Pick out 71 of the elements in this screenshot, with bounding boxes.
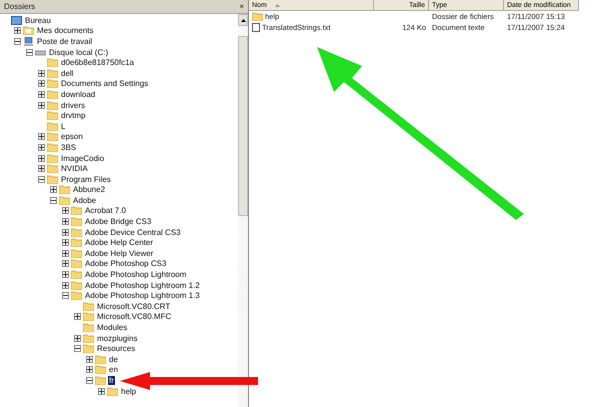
tree-item[interactable]: ImageCodio (60, 154, 106, 163)
expand-icon[interactable] (74, 334, 81, 342)
close-button[interactable]: × (239, 2, 244, 11)
collapse-icon[interactable] (62, 292, 69, 300)
tree-item[interactable]: download (60, 90, 96, 99)
tree-item[interactable]: Microsoft.VC80.CRT (96, 302, 172, 311)
tree-item[interactable]: de (108, 354, 119, 364)
expand-icon[interactable] (62, 282, 69, 289)
sort-icon (274, 4, 280, 6)
collapse-icon[interactable] (38, 176, 45, 183)
expand-icon[interactable] (38, 102, 45, 109)
expand-icon[interactable] (62, 239, 69, 246)
tree-item[interactable]: Poste de travail (36, 36, 94, 46)
tree-item[interactable]: dell (60, 68, 74, 78)
expand-icon[interactable] (38, 90, 45, 98)
expand-icon[interactable] (38, 80, 45, 88)
tree-item[interactable]: Adobe Help Viewer (84, 248, 154, 258)
tree-item[interactable]: Modules (96, 323, 128, 332)
collapse-icon[interactable] (86, 376, 93, 384)
expand-icon[interactable] (62, 271, 69, 278)
tree-item[interactable]: L (60, 122, 66, 131)
expand-icon[interactable] (38, 70, 45, 77)
collapse-icon[interactable] (26, 48, 33, 56)
tree-item[interactable]: mozplugins (96, 334, 138, 343)
expand-icon[interactable] (38, 154, 45, 162)
tree-item[interactable]: Adobe Photoshop Lightroom 1.2 (84, 280, 201, 290)
tree-item[interactable]: Acrobat 7.0 (84, 206, 127, 216)
tree-item[interactable]: Adobe (72, 196, 98, 205)
tree-item[interactable]: en (108, 365, 119, 374)
expand-icon[interactable] (62, 218, 69, 226)
tree-item[interactable]: d0e6b8e818750fc1a (60, 58, 135, 68)
scrollbar[interactable] (238, 14, 248, 407)
tree-item[interactable]: Adobe Photoshop Lightroom 1.3 (84, 291, 201, 300)
tree-item[interactable]: Adobe Device Central CS3 (84, 228, 182, 237)
expand-icon[interactable] (38, 165, 45, 172)
tree-item[interactable]: fr (108, 376, 115, 385)
tree-item[interactable]: Adobe Photoshop Lightroom (84, 270, 188, 280)
expand-icon[interactable] (14, 27, 21, 34)
tree-item[interactable]: Mes documents (36, 26, 94, 36)
tree-item[interactable]: NVIDIA (60, 164, 89, 174)
tree-item[interactable]: drvtmp (60, 111, 86, 120)
expand-icon[interactable] (62, 250, 69, 257)
tree-item[interactable]: Adobe Bridge CS3 (84, 217, 152, 226)
tree-item[interactable]: epson (60, 132, 84, 142)
tree-item[interactable]: drivers (60, 100, 86, 110)
tree-item[interactable]: Adobe Help Center (84, 238, 154, 248)
expand-icon[interactable] (98, 388, 105, 395)
tree-item[interactable]: Resources (96, 344, 136, 354)
expand-icon[interactable] (86, 356, 93, 363)
pane-title: Dossiers (4, 2, 36, 11)
tree-item[interactable]: Bureau (24, 16, 52, 25)
expand-icon[interactable] (50, 186, 57, 194)
tree-item[interactable]: 3BS (60, 142, 78, 152)
expand-icon[interactable] (62, 207, 69, 214)
collapse-icon[interactable] (74, 345, 81, 352)
tree-item[interactable]: Microsoft.VC80.MFC (96, 312, 172, 322)
tree-item[interactable]: Abbune2 (72, 185, 106, 194)
expand-icon[interactable] (86, 366, 93, 374)
tree-item[interactable]: Documents and Settings (60, 79, 150, 88)
collapse-icon[interactable] (50, 196, 57, 204)
expand-icon[interactable] (74, 313, 81, 320)
tree-item[interactable]: help (120, 386, 138, 396)
scroll-up-icon[interactable] (240, 18, 246, 22)
tree-item[interactable]: Adobe Photoshop CS3 (84, 259, 168, 268)
tree-item[interactable]: Disque local (C:) (48, 48, 110, 57)
expand-icon[interactable] (62, 228, 69, 236)
expand-icon[interactable] (38, 133, 45, 140)
expand-icon[interactable] (62, 260, 69, 268)
tree-item[interactable]: Program Files (60, 174, 112, 184)
collapse-icon[interactable] (14, 38, 21, 45)
expand-icon[interactable] (38, 144, 45, 151)
